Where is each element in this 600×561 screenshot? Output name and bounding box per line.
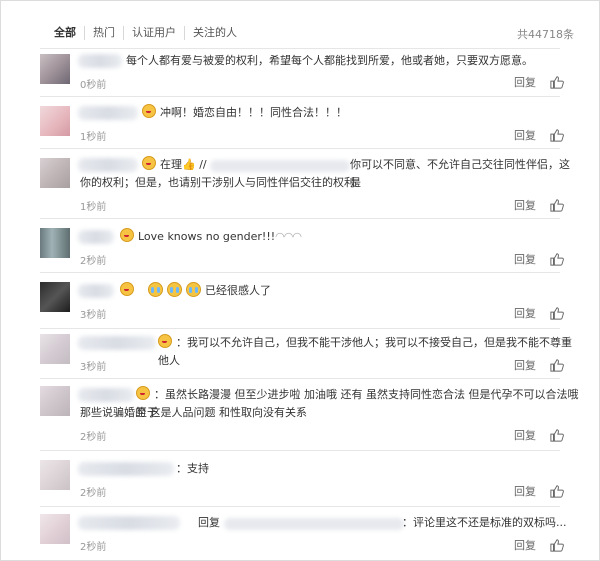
avatar[interactable] [40, 158, 70, 188]
list-item: 冲啊！婚恋自由！！！同性合法！！！ 1秒前 回复 [40, 96, 580, 148]
comment-line: 在理👍 // [142, 156, 207, 174]
comment-text: 回复 [198, 516, 220, 529]
divider [40, 148, 560, 149]
tab-all[interactable]: 全部 [54, 26, 84, 40]
comment-text: 你的权利；但是，也请别干涉别人与同性伴侣交往的权利。 [80, 176, 366, 189]
thumbs-up-icon[interactable] [550, 75, 564, 89]
thumbs-up-icon[interactable] [550, 428, 564, 442]
comment-line: Love knows no gender!!!◠◠◠ [120, 228, 302, 246]
reply-button[interactable]: 回复 [514, 537, 536, 553]
reply-button[interactable]: 回复 [514, 251, 536, 267]
comment-text: 每个人都有爱与被爱的权利，希望每个人都能找到所爱，他或者她，只要双方愿意。 [126, 54, 533, 67]
comment-text: 那些说骗婚的 这是人品问题 和性取向没有关系 [80, 406, 307, 419]
list-item: Love knows no gender!!!◠◠◠ 2秒前 回复 [40, 218, 580, 272]
comment-line: 冲啊！婚恋自由！！！同性合法！！！ [142, 104, 347, 122]
reply-button[interactable]: 回复 [514, 483, 536, 499]
emoji-icon [142, 104, 156, 118]
divider [40, 450, 560, 451]
crying-emoji-icon [186, 282, 201, 297]
username[interactable] [78, 230, 114, 244]
comment-text: Love knows no gender!!! [138, 230, 276, 243]
thumbs-up-icon[interactable] [550, 538, 564, 552]
thumbs-up-icon[interactable] [550, 484, 564, 498]
tab-hot[interactable]: 热门 [84, 26, 123, 40]
comment-text: 冲啊！婚恋自由！！！同性合法！！！ [160, 106, 347, 119]
timestamp: 0秒前 [80, 80, 107, 91]
crying-emoji-icon [148, 282, 163, 297]
list-item: 每个人都有爱与被爱的权利，希望每个人都能找到所爱，他或者她，只要双方愿意。 0秒… [40, 48, 580, 96]
timestamp: 2秒前 [80, 542, 107, 553]
divider [40, 48, 560, 49]
tab-verified-users[interactable]: 认证用户 [123, 26, 184, 40]
list-item: 回复 ：评论里这不还是标准的双标吗... 2秒前 回复 [40, 506, 580, 558]
filter-tabs: 全部 热门 认证用户 关注的人 [54, 24, 245, 42]
mention-blur [224, 518, 404, 530]
username[interactable] [78, 388, 134, 402]
thumbs-up-icon[interactable] [550, 358, 564, 372]
avatar[interactable] [40, 54, 70, 84]
mention-blur [210, 160, 350, 172]
username[interactable] [78, 462, 174, 476]
crying-emoji-icon [167, 282, 182, 297]
timestamp: 2秒前 [80, 432, 107, 443]
avatar[interactable] [40, 460, 70, 490]
reply-button[interactable]: 回复 [514, 127, 536, 143]
reply-button[interactable]: 回复 [514, 305, 536, 321]
timestamp: 3秒前 [80, 310, 107, 321]
divider [40, 96, 560, 97]
thumbs-up-icon[interactable] [550, 198, 564, 212]
reply-button[interactable]: 回复 [514, 74, 536, 90]
comment-text: ：支持 [176, 462, 209, 475]
comment-text: ：我可以不允许自己，但我不能干涉他人；我可以不接受自己，但是我不能不尊重他人 [158, 336, 572, 367]
divider [40, 218, 560, 219]
avatar[interactable] [40, 106, 70, 136]
comment-text: ：评论里这不还是标准的双标吗... [402, 516, 567, 529]
reply-button[interactable]: 回复 [514, 357, 536, 373]
divider [40, 272, 560, 273]
list-item: 已经很感人了 3秒前 回复 [40, 272, 580, 328]
total-count: 共44718条 [517, 28, 574, 41]
comment-line: 已经很感人了 [120, 282, 271, 300]
username[interactable] [78, 284, 114, 298]
reply-button[interactable]: 回复 [514, 197, 536, 213]
list-item: ：虽然长路漫漫 但至少进步啦 加油哦 还有 虽然支持同性恋合法 但是代孕不可以合… [40, 378, 580, 450]
thumbs-up-icon[interactable] [550, 306, 564, 320]
list-item: 在理👍 // 你可以不同意、不允许自己交往同性伴侣，这是 你的权利；但是，也请别… [40, 148, 580, 218]
emoji-icon: ◠◠◠ [275, 230, 302, 243]
comment-text: 在理👍 // [160, 158, 207, 171]
username[interactable] [78, 106, 138, 120]
timestamp: 2秒前 [80, 256, 107, 267]
username[interactable] [78, 158, 138, 172]
comment-text: 已经很感人了 [205, 284, 271, 297]
divider [40, 328, 560, 329]
emoji-icon [142, 156, 156, 170]
username[interactable] [78, 516, 180, 530]
divider [40, 506, 560, 507]
comment-text: 你可以不同意、不允许自己交往同性伴侣，这是 [350, 158, 570, 189]
username[interactable] [78, 336, 156, 350]
list-item: ：支持 2秒前 回复 [40, 450, 580, 506]
avatar[interactable] [40, 514, 70, 544]
thumbs-up-icon[interactable] [550, 252, 564, 266]
emoji-icon [120, 228, 134, 242]
avatar[interactable] [40, 282, 70, 312]
avatar[interactable] [40, 386, 70, 416]
timestamp: 1秒前 [80, 202, 107, 213]
list-item: ：我可以不允许自己，但我不能干涉他人；我可以不接受自己，但是我不能不尊重他人 3… [40, 328, 580, 378]
avatar[interactable] [40, 334, 70, 364]
timestamp: 2秒前 [80, 488, 107, 499]
avatar[interactable] [40, 228, 70, 258]
reply-button[interactable]: 回复 [514, 427, 536, 443]
emoji-icon [158, 334, 172, 348]
tab-following[interactable]: 关注的人 [184, 26, 245, 40]
emoji-icon [120, 282, 134, 296]
thumbs-up-icon[interactable] [550, 128, 564, 142]
timestamp: 3秒前 [80, 362, 107, 373]
divider [40, 378, 560, 379]
username[interactable] [78, 54, 122, 68]
emoji-icon [136, 386, 150, 400]
timestamp: 1秒前 [80, 132, 107, 143]
